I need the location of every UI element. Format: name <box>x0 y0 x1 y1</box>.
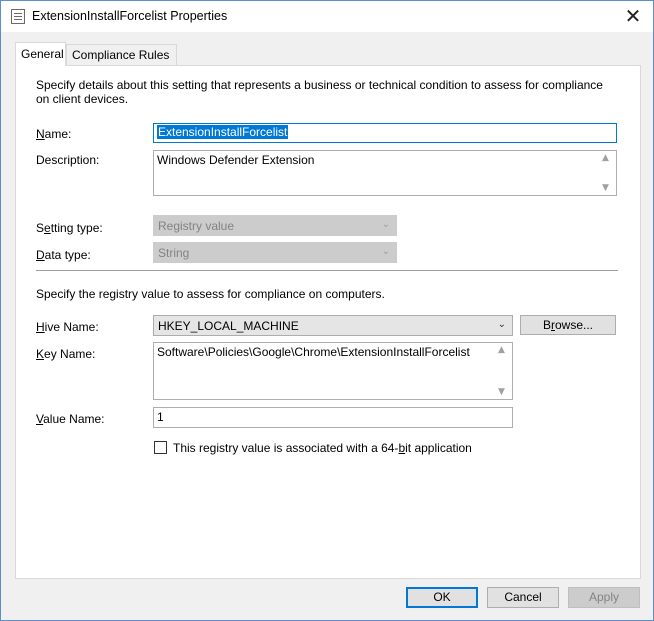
ok-button[interactable]: OK <box>406 587 478 608</box>
key-name-label: Key Name: <box>36 347 96 361</box>
hive-name-value: HKEY_LOCAL_MACHINE <box>158 319 299 333</box>
scroll-down-arrow-icon[interactable]: ▼ <box>498 387 505 397</box>
chevron-down-icon[interactable]: ⌄ <box>498 319 506 330</box>
scroll-up-arrow-icon[interactable]: ▲ <box>602 153 609 163</box>
properties-sheet-icon <box>11 9 25 24</box>
registry-intro-text: Specify the registry value to assess for… <box>36 287 385 301</box>
description-field[interactable]: Windows Defender Extension ▲ ▼ <box>153 150 617 196</box>
name-label: Name: <box>36 127 72 141</box>
chevron-down-icon: ⌄ <box>381 219 390 230</box>
section-divider <box>36 270 618 271</box>
64bit-checkbox[interactable] <box>154 441 167 454</box>
description-scrollbar[interactable]: ▲ ▼ <box>599 151 616 195</box>
data-type-label: Data type: <box>36 248 91 262</box>
key-name-scrollbar[interactable]: ▲ ▼ <box>495 343 512 399</box>
chevron-down-icon: ⌄ <box>381 246 390 257</box>
browse-button[interactable]: Browse... <box>520 315 616 335</box>
name-field-value: ExtensionInstallForcelist <box>157 125 289 139</box>
64bit-checkbox-label[interactable]: This registry value is associated with a… <box>173 441 472 455</box>
hive-name-label: Hive Name: <box>36 320 99 334</box>
key-name-field[interactable]: Software\Policies\Google\Chrome\Extensio… <box>153 342 513 400</box>
setting-type-label: Setting type: <box>36 221 103 235</box>
data-type-select: String ⌄ <box>153 242 397 263</box>
close-button[interactable]: ✕ <box>619 3 647 29</box>
data-type-value: String <box>158 246 190 260</box>
title-bar[interactable]: ExtensionInstallForcelist Properties ✕ <box>1 1 653 32</box>
tab-general[interactable]: General <box>15 42 66 66</box>
value-name-field[interactable]: 1 <box>153 407 513 428</box>
properties-dialog: ExtensionInstallForcelist Properties ✕ G… <box>0 0 654 621</box>
general-intro-text: Specify details about this setting that … <box>36 78 603 106</box>
name-field[interactable]: ExtensionInstallForcelist <box>153 123 617 143</box>
setting-type-select: Registry value ⌄ <box>153 215 397 236</box>
setting-type-value: Registry value <box>158 219 235 233</box>
scroll-down-arrow-icon[interactable]: ▼ <box>602 183 609 193</box>
apply-button: Apply <box>568 587 640 608</box>
value-name-label: Value Name: <box>36 412 105 426</box>
description-label: Description: <box>36 153 100 167</box>
description-field-value: Windows Defender Extension <box>157 153 315 167</box>
key-name-value: Software\Policies\Google\Chrome\Extensio… <box>157 345 470 359</box>
general-tab-panel: Specify details about this setting that … <box>15 65 641 579</box>
tab-compliance-rules[interactable]: Compliance Rules <box>66 44 177 65</box>
value-name-value: 1 <box>157 410 164 424</box>
hive-name-select[interactable]: HKEY_LOCAL_MACHINE ⌄ <box>153 315 513 336</box>
scroll-up-arrow-icon[interactable]: ▲ <box>498 345 505 355</box>
window-title: ExtensionInstallForcelist Properties <box>32 9 228 23</box>
cancel-button[interactable]: Cancel <box>487 587 559 608</box>
